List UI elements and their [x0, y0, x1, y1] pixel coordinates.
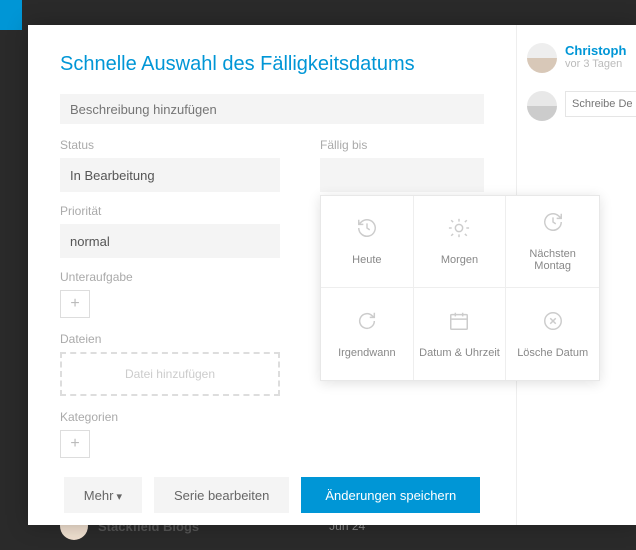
date-option-tomorrow[interactable]: Morgen [414, 196, 507, 288]
subtask-label: Unteraufgabe [60, 270, 280, 284]
priority-label: Priorität [60, 204, 280, 218]
categories-label: Kategorien [60, 410, 280, 424]
file-dropzone-label: Datei hinzufügen [125, 367, 215, 381]
date-option-label: Irgendwann [338, 347, 396, 359]
date-option-next-monday[interactable]: Nächsten Montag [506, 196, 599, 288]
avatar [527, 43, 557, 73]
date-option-label: Morgen [441, 254, 478, 266]
date-option-label: Datum & Uhrzeit [419, 347, 500, 359]
date-option-today[interactable]: Heute [321, 196, 414, 288]
priority-select[interactable] [60, 224, 280, 258]
date-option-label: Nächsten Montag [510, 248, 595, 272]
commenter-name: Christoph [565, 43, 626, 58]
save-button[interactable]: Änderungen speichern [301, 477, 480, 513]
add-subtask-button[interactable]: + [60, 290, 90, 318]
avatar [527, 91, 557, 121]
due-label: Fällig bis [320, 138, 484, 152]
status-label: Status [60, 138, 280, 152]
date-option-datetime[interactable]: Datum & Uhrzeit [414, 288, 507, 380]
date-option-sometime[interactable]: Irgendwann [321, 288, 414, 380]
modal-footer: Mehr Serie bearbeiten Änderungen speiche… [28, 477, 516, 513]
calendar-icon [448, 310, 470, 337]
date-option-clear[interactable]: Lösche Datum [506, 288, 599, 380]
date-option-label: Heute [352, 254, 381, 266]
close-circle-icon [542, 310, 564, 337]
date-quick-select: Heute Morgen Nächsten Montag Irgendwann … [320, 195, 600, 381]
file-dropzone[interactable]: Datei hinzufügen [60, 352, 280, 396]
sun-icon [448, 217, 470, 244]
due-date-input[interactable] [320, 158, 484, 192]
history-icon [356, 217, 378, 244]
comment-meta: vor 3 Tagen [565, 58, 626, 70]
edit-series-button[interactable]: Serie bearbeiten [154, 477, 289, 513]
files-label: Dateien [60, 332, 280, 346]
add-category-button[interactable]: + [60, 430, 90, 458]
modal-title: Schnelle Auswahl des Fälligkeitsdatums [60, 53, 484, 76]
date-option-label: Lösche Datum [517, 347, 588, 359]
status-select[interactable] [60, 158, 280, 192]
clock-forward-icon [542, 211, 564, 238]
description-input[interactable] [60, 94, 484, 124]
more-button[interactable]: Mehr [64, 477, 142, 513]
comment-input[interactable] [565, 91, 636, 117]
refresh-icon [356, 310, 378, 337]
